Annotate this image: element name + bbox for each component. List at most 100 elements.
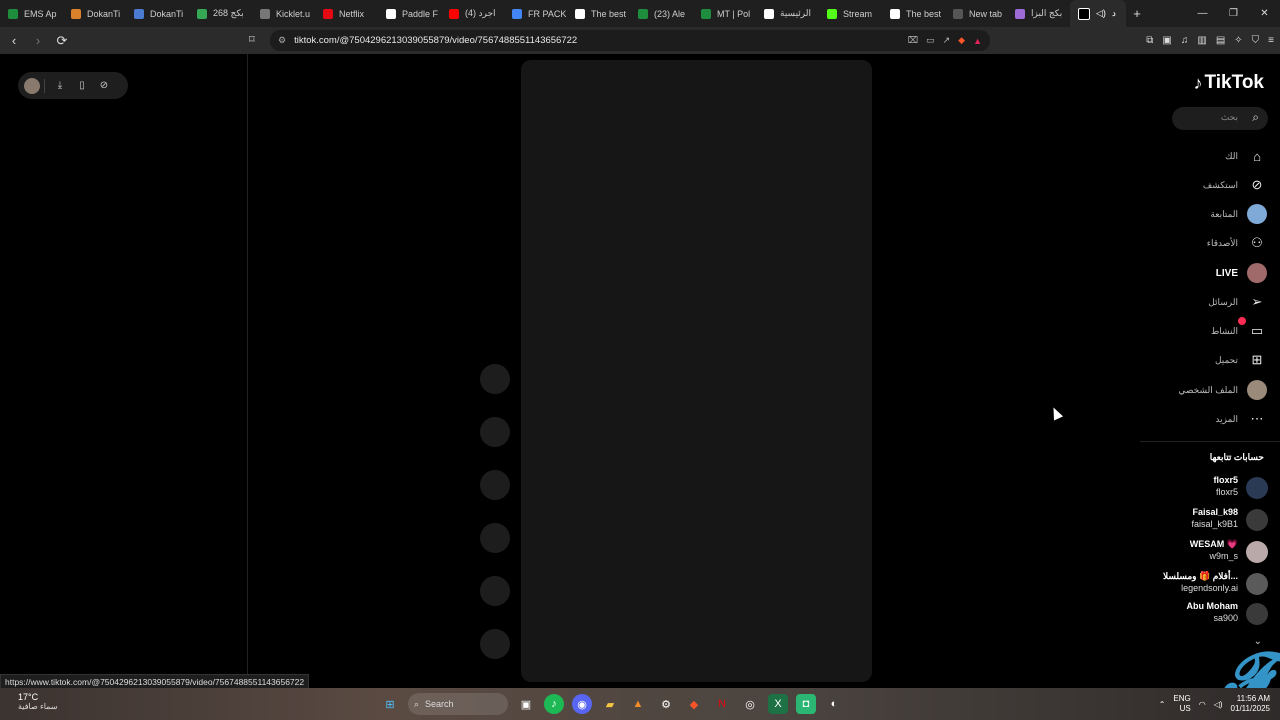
nav-item[interactable]: ⚇ الأصدقاء [1207, 231, 1268, 255]
tab-favicon-icon [953, 8, 963, 19]
search-icon[interactable]: ⌕ [1252, 110, 1259, 125]
nav-item[interactable]: ⊘ استكشف [1203, 173, 1268, 197]
steam-icon[interactable]: ⚙ [656, 694, 676, 714]
sidebar-icon[interactable]: ▥ [1197, 35, 1206, 46]
avatar[interactable] [24, 77, 40, 94]
leo-icon[interactable]: ✧ [1234, 35, 1242, 46]
site-info-icon[interactable]: ⚙ [278, 35, 286, 46]
nav-item[interactable]: الملف الشخصي [1178, 378, 1268, 402]
reload-icon[interactable]: ⟳ [52, 33, 72, 49]
download-icon[interactable]: ⤓ [49, 80, 71, 91]
nav-item[interactable]: ▭ النشاط [1211, 317, 1268, 343]
nav-item-label: المزيد [1215, 413, 1238, 424]
back-icon[interactable]: ‹ [4, 33, 24, 48]
browser-tab[interactable]: Paddle F [378, 0, 441, 27]
browser-tab[interactable]: The best [882, 0, 945, 27]
tab-favicon-icon [134, 8, 144, 19]
browser-tab[interactable]: Stream [819, 0, 882, 27]
brave-shield-icon[interactable]: ◆ [958, 35, 965, 46]
browser-tab[interactable]: EMS Ap [0, 0, 63, 27]
network-icon[interactable]: ◠ [1199, 700, 1206, 709]
browser-tab[interactable]: DokanTi [63, 0, 126, 27]
followed-account[interactable]: Faisal_k98 faisal_k9B1 [1128, 505, 1268, 533]
nav-item[interactable]: ⊞ تحميل [1215, 348, 1268, 372]
brave-icon[interactable]: ◆ [684, 694, 704, 714]
video-player[interactable] [521, 60, 872, 682]
share-icon[interactable]: ↗ [943, 35, 951, 46]
vpn-icon[interactable]: ⛉ [1252, 35, 1260, 46]
clock[interactable]: 11:56 AM 01/11/2025 [1231, 694, 1270, 714]
new-tab-button[interactable]: + [1126, 6, 1148, 21]
nav-item[interactable]: LIVE [1216, 261, 1268, 285]
search-placeholder: بحث [1220, 112, 1238, 122]
browser-tab[interactable]: 268 بكج [189, 0, 252, 27]
forward-icon[interactable]: › [28, 33, 48, 48]
bookmark-icon[interactable]: ⌑ [249, 33, 255, 46]
windows-start-icon[interactable]: ⊞ [380, 694, 400, 714]
address-bar[interactable]: ⚙ tiktok.com/@7504296213039055879/video/… [270, 30, 990, 51]
excel-icon[interactable]: X [768, 694, 788, 714]
followed-account[interactable]: WESAM 💗 w9m_s [1128, 537, 1268, 565]
nav-item[interactable]: ⋯ المزيد [1215, 407, 1268, 431]
loading-placeholder [480, 364, 510, 394]
file-explorer-icon[interactable]: ▰ [600, 694, 620, 714]
screenshot-icon[interactable]: ▣ [1162, 35, 1171, 46]
loading-placeholder [480, 417, 510, 447]
followed-account[interactable]: floxr5 floxr5 [1128, 473, 1268, 501]
browser-tab[interactable]: الرئيسية [756, 0, 819, 27]
app-icon[interactable]: ▲ [628, 694, 648, 714]
compass-icon[interactable]: ⊘ [93, 80, 115, 91]
nav-item-label: الأصدقاء [1206, 237, 1238, 248]
tab-favicon-icon [638, 8, 648, 19]
rewards-icon[interactable]: ▲ [973, 36, 982, 46]
weather-widget[interactable]: 17°C سماء صافية [18, 692, 58, 711]
browser-tab[interactable]: (4) اجرد [441, 0, 504, 27]
browser-tab[interactable]: (23) Ale [630, 0, 693, 27]
volume-icon[interactable]: ◁) [1214, 700, 1223, 709]
nav-item[interactable]: ➢ الرسائل [1208, 290, 1268, 314]
menu-icon[interactable]: ≡ [1268, 35, 1274, 46]
spotify-icon[interactable]: ♪ [544, 694, 564, 714]
nav-item[interactable]: ⌂ الك [1225, 144, 1268, 168]
netflix-icon[interactable]: N [712, 694, 732, 714]
game-controller-icon[interactable]: ◎ [740, 694, 760, 714]
browser-tab[interactable]: DokanTi [126, 0, 189, 27]
phone-icon[interactable]: ▯ [71, 80, 93, 91]
followed-account[interactable]: Abu Moham sa900 [1128, 599, 1268, 627]
clock-time: 11:56 AM [1236, 694, 1270, 703]
search-input[interactable]: بحث ⌕ [1172, 107, 1268, 130]
browser-tab[interactable]: The best [567, 0, 630, 27]
app-icon[interactable]: ◘ [796, 694, 816, 714]
nav-item[interactable]: المتابعة [1210, 202, 1268, 226]
wallet-icon[interactable]: ▤ [1216, 35, 1225, 46]
close-window-icon[interactable]: ✕ [1249, 0, 1280, 27]
browser-tab[interactable]: Kicklet.u [252, 0, 315, 27]
taskbar-search[interactable]: ⌕ Search [408, 693, 508, 715]
language-indicator[interactable]: ENG US [1173, 694, 1190, 714]
maximize-icon[interactable]: ❐ [1218, 0, 1249, 27]
speaker-icon[interactable]: ◁) [1096, 8, 1106, 19]
tab-title: MT | Pol [717, 8, 751, 19]
browser-tab[interactable]: FR PACK [504, 0, 567, 27]
browser-tab[interactable]: بكج البزا [1007, 0, 1070, 27]
task-view-icon[interactable]: ▣ [516, 694, 536, 714]
tray-overflow-icon[interactable]: ⌃ [1159, 700, 1166, 709]
discord-icon[interactable]: ◉ [572, 694, 592, 714]
url-text: tiktok.com/@7504296213039055879/video/75… [294, 35, 578, 46]
messages-icon: ➢ [1251, 294, 1263, 309]
minimize-icon[interactable]: — [1187, 0, 1218, 27]
translate-icon[interactable]: ⌧ [908, 35, 918, 46]
tiktok-logo[interactable]: ♪ TikTok [1194, 72, 1264, 94]
browser-tab[interactable]: MT | Pol [693, 0, 756, 27]
chrome-icon[interactable]: ◐ [824, 694, 844, 714]
extensions-icon[interactable]: ⧉ [1146, 35, 1153, 46]
active-browser-tab[interactable]: ◁)د✕ [1070, 0, 1126, 27]
media-icon[interactable]: ♫ [1181, 35, 1189, 46]
cast-icon[interactable]: ▭ [926, 35, 935, 46]
followed-account[interactable]: أفلام 🎁 ومسلسلا... legendsonly.ai [1128, 569, 1268, 597]
browser-tab[interactable]: Netflix [315, 0, 378, 27]
profile-icon [1246, 379, 1268, 401]
language-label: ENG [1173, 694, 1191, 703]
nav-item-label: LIVE [1215, 267, 1238, 279]
browser-tab[interactable]: New tab [945, 0, 1007, 27]
